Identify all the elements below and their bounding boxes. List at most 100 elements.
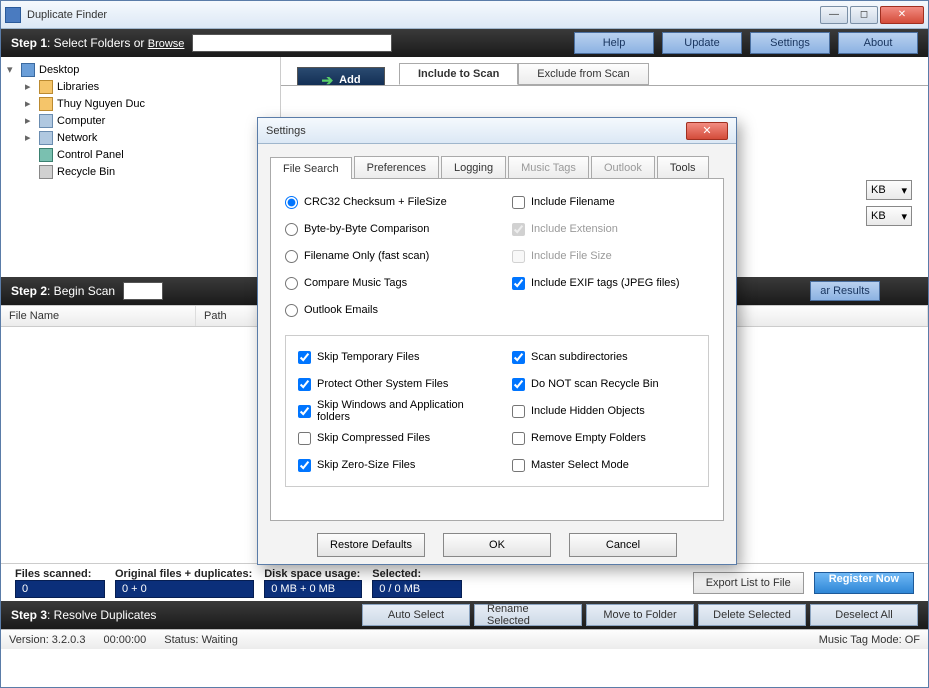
radio-outlook[interactable]: Outlook Emails <box>285 301 482 319</box>
dialog-close-button[interactable]: ✕ <box>686 122 728 140</box>
check-label: Include Filename <box>531 196 615 208</box>
radio-label: Byte-by-Byte Comparison <box>304 223 429 235</box>
recyclebin-icon <box>39 165 53 179</box>
tab-preferences[interactable]: Preferences <box>354 156 439 178</box>
check-skip-win[interactable]: Skip Windows and Application folders <box>298 402 482 420</box>
check-label: Include Extension <box>531 223 618 235</box>
close-button[interactable]: ✕ <box>880 6 924 24</box>
check-label: Include File Size <box>531 250 612 262</box>
check-no-recyclebin[interactable]: Do NOT scan Recycle Bin <box>512 375 696 393</box>
browse-input[interactable] <box>192 34 392 52</box>
tab-file-search[interactable]: File Search <box>270 157 352 179</box>
tree-label: Libraries <box>57 81 99 93</box>
tab-tools[interactable]: Tools <box>657 156 709 178</box>
rename-selected-button[interactable]: Rename Selected <box>474 604 582 626</box>
tree-node-network[interactable]: ▸ Network <box>7 129 274 146</box>
status-version: Version: 3.2.0.3 <box>9 634 85 646</box>
tab-music-tags[interactable]: Music Tags <box>508 156 589 178</box>
size-unit-select-2[interactable]: KB▾ <box>866 206 912 226</box>
tree-node-recyclebin[interactable]: Recycle Bin <box>7 163 274 180</box>
check-include-hidden[interactable]: Include Hidden Objects <box>512 402 696 420</box>
expander-icon[interactable]: ▸ <box>25 131 35 144</box>
status-state: Status: Waiting <box>164 634 238 646</box>
tree-node-controlpanel[interactable]: Control Panel <box>7 146 274 163</box>
tree-label: Thuy Nguyen Duc <box>57 98 145 110</box>
step3-label-rest: : Resolve Duplicates <box>47 608 156 622</box>
clear-results-button[interactable]: ar Results <box>810 281 880 301</box>
dialog-tabs: File Search Preferences Logging Music Ta… <box>270 156 724 179</box>
browse-link[interactable]: Browse <box>148 38 185 50</box>
check-include-exif[interactable]: Include EXIF tags (JPEG files) <box>512 274 709 292</box>
check-skip-compressed[interactable]: Skip Compressed Files <box>298 429 482 447</box>
tree-node-desktop[interactable]: ▾Desktop <box>7 61 274 78</box>
expander-icon[interactable]: ▸ <box>25 80 35 93</box>
cancel-button[interactable]: Cancel <box>569 533 677 557</box>
restore-defaults-button[interactable]: Restore Defaults <box>317 533 425 557</box>
check-label: Scan subdirectories <box>531 351 628 363</box>
tab-logging[interactable]: Logging <box>441 156 506 178</box>
scan-input[interactable] <box>123 282 163 300</box>
radio-label: Filename Only (fast scan) <box>304 250 429 262</box>
step2-label-bold: Step 2 <box>11 284 47 298</box>
about-button[interactable]: About <box>838 32 918 54</box>
radio-label: Compare Music Tags <box>304 277 407 289</box>
auto-select-button[interactable]: Auto Select <box>362 604 470 626</box>
network-icon <box>39 131 53 145</box>
move-to-folder-button[interactable]: Move to Folder <box>586 604 694 626</box>
expander-icon[interactable]: ▸ <box>25 114 35 127</box>
unit-label: KB <box>871 210 886 222</box>
check-label: Skip Temporary Files <box>317 351 420 363</box>
radio-label: Outlook Emails <box>304 304 378 316</box>
tree-label: Network <box>57 132 97 144</box>
tree-label: Computer <box>57 115 105 127</box>
libraries-icon <box>39 80 53 94</box>
stat-sel-value: 0 / 0 MB <box>372 580 462 598</box>
radio-byte[interactable]: Byte-by-Byte Comparison <box>285 220 482 238</box>
tab-include[interactable]: Include to Scan <box>399 63 518 85</box>
stat-disk-label: Disk space usage: <box>264 568 360 580</box>
check-master-select[interactable]: Master Select Mode <box>512 456 696 474</box>
folder-tree[interactable]: ▾Desktop ▸ Libraries ▸ Thuy Nguyen Duc ▸ Co… <box>1 57 281 277</box>
step1-bar: Step 1: Select Folders or Browse Help Up… <box>1 29 928 57</box>
statusbar: Version: 3.2.0.3 00:00:00 Status: Waitin… <box>1 629 928 649</box>
tab-exclude[interactable]: Exclude from Scan <box>518 63 648 85</box>
register-button[interactable]: Register Now <box>814 572 914 594</box>
maximize-button[interactable]: ◻ <box>850 6 878 24</box>
check-skip-zero[interactable]: Skip Zero-Size Files <box>298 456 482 474</box>
size-unit-select-1[interactable]: KB▾ <box>866 180 912 200</box>
column-filename[interactable]: File Name <box>1 306 196 326</box>
help-button[interactable]: Help <box>574 32 654 54</box>
minimize-button[interactable]: — <box>820 6 848 24</box>
tree-node-user[interactable]: ▸ Thuy Nguyen Duc <box>7 95 274 112</box>
tab-outlook[interactable]: Outlook <box>591 156 655 178</box>
step2-label-rest: : Begin Scan <box>47 284 115 298</box>
check-include-filename[interactable]: Include Filename <box>512 193 709 211</box>
stat-scanned-label: Files scanned: <box>15 568 103 580</box>
tree-node-libraries[interactable]: ▸ Libraries <box>7 78 274 95</box>
check-scan-subdirs[interactable]: Scan subdirectories <box>512 348 696 366</box>
check-label: Skip Zero-Size Files <box>317 459 415 471</box>
dialog-title: Settings <box>266 125 686 137</box>
unit-label: KB <box>871 184 886 196</box>
check-protect-sys[interactable]: Protect Other System Files <box>298 375 482 393</box>
export-button[interactable]: Export List to File <box>693 572 804 594</box>
delete-selected-button[interactable]: Delete Selected <box>698 604 806 626</box>
stat-disk-value: 0 MB + 0 MB <box>264 580 362 598</box>
status-music-mode: Music Tag Mode: OF <box>819 634 920 646</box>
settings-dialog: Settings ✕ File Search Preferences Loggi… <box>257 117 737 565</box>
expander-icon[interactable]: ▸ <box>25 97 35 110</box>
dialog-titlebar: Settings ✕ <box>258 118 736 144</box>
check-skip-temp[interactable]: Skip Temporary Files <box>298 348 482 366</box>
tree-node-computer[interactable]: ▸ Computer <box>7 112 274 129</box>
expander-icon[interactable]: ▾ <box>7 63 17 76</box>
computer-icon <box>39 114 53 128</box>
status-time: 00:00:00 <box>103 634 146 646</box>
deselect-all-button[interactable]: Deselect All <box>810 604 918 626</box>
ok-button[interactable]: OK <box>443 533 551 557</box>
radio-filename[interactable]: Filename Only (fast scan) <box>285 247 482 265</box>
settings-button[interactable]: Settings <box>750 32 830 54</box>
radio-crc[interactable]: CRC32 Checksum + FileSize <box>285 193 482 211</box>
update-button[interactable]: Update <box>662 32 742 54</box>
radio-music[interactable]: Compare Music Tags <box>285 274 482 292</box>
check-remove-empty[interactable]: Remove Empty Folders <box>512 429 696 447</box>
